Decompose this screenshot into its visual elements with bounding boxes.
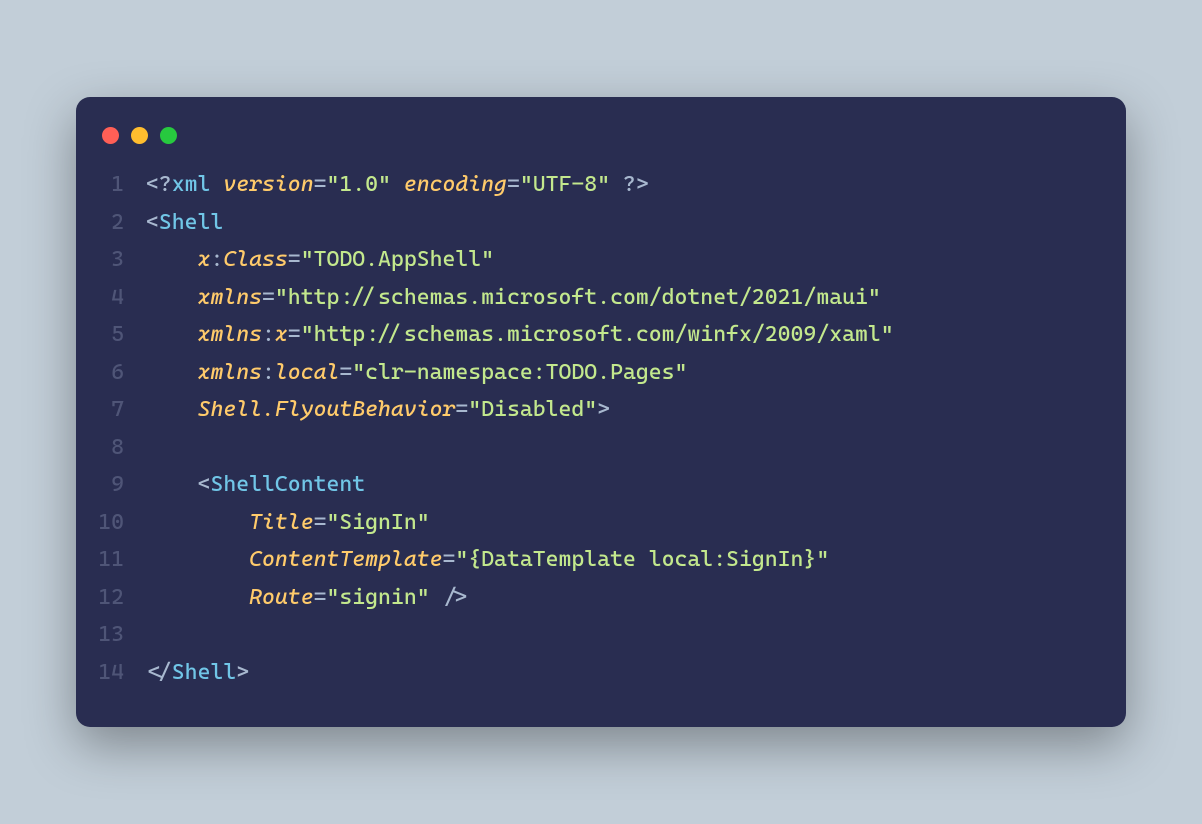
code-line: 13 xyxy=(98,616,1104,654)
code-content: <?xml version="1.0" encoding="UTF-8" ?> xyxy=(146,166,1104,204)
line-number: 1 xyxy=(98,166,146,204)
line-number: 14 xyxy=(98,654,146,692)
code-line: 3 x:Class="TODO.AppShell" xyxy=(98,241,1104,279)
code-content: ContentTemplate="{DataTemplate local:Sig… xyxy=(146,541,1104,579)
window-controls xyxy=(76,121,1126,166)
line-number: 12 xyxy=(98,579,146,617)
code-line: 1 <?xml version="1.0" encoding="UTF-8" ?… xyxy=(98,166,1104,204)
editor-window: 1 <?xml version="1.0" encoding="UTF-8" ?… xyxy=(76,97,1126,727)
code-content: xmlns:x="http://schemas.microsoft.com/wi… xyxy=(146,316,1104,354)
code-content xyxy=(146,429,1104,467)
line-number: 7 xyxy=(98,391,146,429)
code-content: <ShellContent xyxy=(146,466,1104,504)
code-content: x:Class="TODO.AppShell" xyxy=(146,241,1104,279)
line-number: 3 xyxy=(98,241,146,279)
line-number: 13 xyxy=(98,616,146,654)
line-number: 2 xyxy=(98,204,146,242)
code-line: 14 </Shell> xyxy=(98,654,1104,692)
code-content: </Shell> xyxy=(146,654,1104,692)
code-editor[interactable]: 1 <?xml version="1.0" encoding="UTF-8" ?… xyxy=(76,166,1126,691)
line-number: 10 xyxy=(98,504,146,542)
code-line: 11 ContentTemplate="{DataTemplate local:… xyxy=(98,541,1104,579)
code-content: Route="signin" /> xyxy=(146,579,1104,617)
line-number: 4 xyxy=(98,279,146,317)
code-line: 6 xmlns:local="clr-namespace:TODO.Pages" xyxy=(98,354,1104,392)
code-content: <Shell xyxy=(146,204,1104,242)
minimize-icon[interactable] xyxy=(131,127,148,144)
code-content xyxy=(146,616,1104,654)
code-line: 2 <Shell xyxy=(98,204,1104,242)
code-line: 8 xyxy=(98,429,1104,467)
close-icon[interactable] xyxy=(102,127,119,144)
code-line: 5 xmlns:x="http://schemas.microsoft.com/… xyxy=(98,316,1104,354)
line-number: 11 xyxy=(98,541,146,579)
code-content: Shell.FlyoutBehavior="Disabled"> xyxy=(146,391,1104,429)
maximize-icon[interactable] xyxy=(160,127,177,144)
code-line: 9 <ShellContent xyxy=(98,466,1104,504)
code-content: xmlns:local="clr-namespace:TODO.Pages" xyxy=(146,354,1104,392)
code-content: Title="SignIn" xyxy=(146,504,1104,542)
line-number: 9 xyxy=(98,466,146,504)
code-line: 12 Route="signin" /> xyxy=(98,579,1104,617)
code-content: xmlns="http://schemas.microsoft.com/dotn… xyxy=(146,279,1104,317)
line-number: 5 xyxy=(98,316,146,354)
line-number: 8 xyxy=(98,429,146,467)
code-line: 4 xmlns="http://schemas.microsoft.com/do… xyxy=(98,279,1104,317)
code-line: 10 Title="SignIn" xyxy=(98,504,1104,542)
code-line: 7 Shell.FlyoutBehavior="Disabled"> xyxy=(98,391,1104,429)
line-number: 6 xyxy=(98,354,146,392)
